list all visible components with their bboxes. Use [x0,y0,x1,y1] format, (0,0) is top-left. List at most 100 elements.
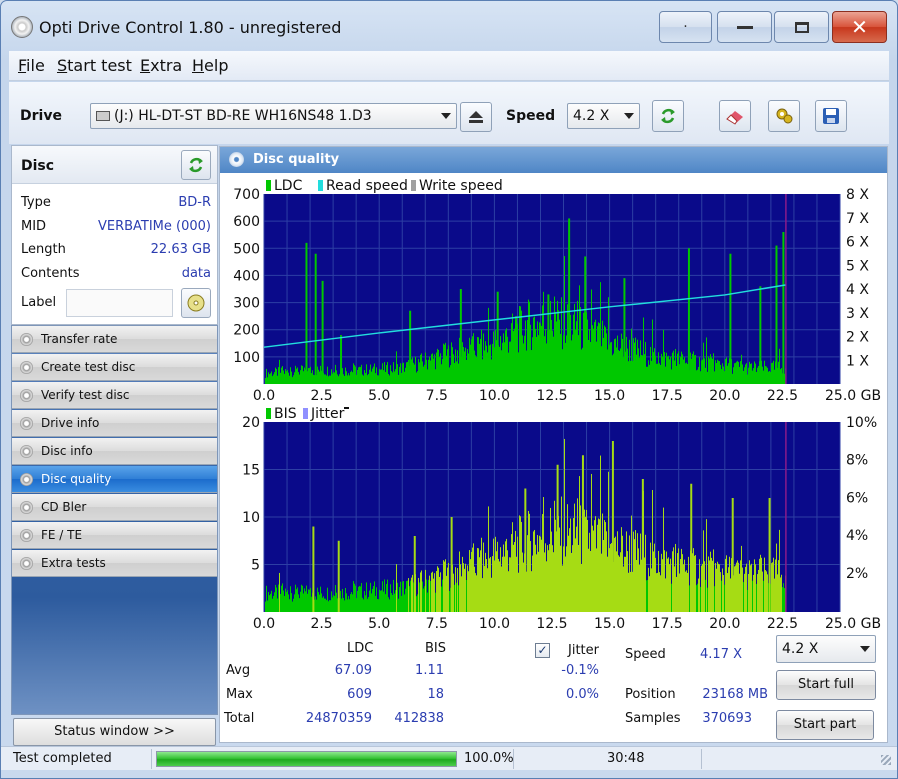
bis-bar [392,594,393,612]
x-tick-label: 22.5 [767,388,798,404]
settings-button[interactable] [768,100,800,132]
ldc-bar [450,365,451,384]
jitter-checkbox[interactable]: ✓ [535,643,550,658]
ldc-bar [561,297,562,384]
bis-bar [380,590,381,612]
refresh-speed-button[interactable] [652,100,684,132]
bis-bar [467,565,468,612]
bis-bar [542,514,543,612]
nav-verify-test-disc[interactable]: Verify test disc [12,382,217,409]
start-full-button[interactable]: Start full [776,670,876,700]
maximize-button[interactable] [774,11,829,43]
save-button[interactable] [815,100,847,132]
bis-bar [578,544,579,612]
ldc-bar [566,335,567,384]
start-part-button[interactable]: Start part [776,710,874,740]
test-speed-select[interactable]: 4.2 X [776,635,876,663]
bis-bar [428,579,429,612]
ldc-bar [744,367,745,384]
nav-create-test-disc[interactable]: Create test disc [12,354,217,381]
samples-stat-value: 370693 [702,711,752,726]
bis-bar [364,591,365,612]
restore-icon-button[interactable]: · [659,11,712,43]
nav-disc-quality[interactable]: Disc quality [12,466,217,493]
ldc-bar [339,374,340,384]
drive-select[interactable]: (J:) HL-DT-ST BD-RE WH16NS48 1.D3 [90,103,457,129]
ldc-bar [421,353,422,384]
ldc-bar [278,367,279,384]
bis-bar [344,600,345,612]
ldc-bar [647,366,648,384]
x-tick-label: 22.5 [767,616,798,632]
bis-bar [285,588,286,612]
disc-label-field[interactable] [66,289,173,317]
ldc-bar [405,367,406,384]
ldc-bar [671,369,672,384]
bis-bar [600,455,601,612]
bis-bar [639,564,640,612]
disc-refresh-button[interactable] [181,150,211,180]
menu-start-test[interactable]: Start test [57,56,132,75]
menu-extra[interactable]: Extra [140,56,182,75]
bis-bar [550,507,551,612]
menu-file[interactable]: File [18,56,45,75]
resize-grip-icon[interactable] [881,755,891,765]
bis-bar [702,563,703,612]
status-window-button[interactable]: Status window >> [13,718,216,746]
ldc-bar [591,289,592,384]
nav-disc-info[interactable]: Disc info [12,438,217,465]
bis-bar [268,592,269,612]
speed-select[interactable]: 4.2 X [567,103,640,129]
stats-col-ldc: LDC [347,641,374,656]
ldc-bar [536,336,537,384]
nav-drive-info[interactable]: Drive info [12,410,217,437]
ldc-bar [485,341,486,384]
x-tick-label: 15.0 [594,616,625,632]
ldc-bar [749,361,750,384]
ldc-spike [340,335,343,384]
minimize-button[interactable] [717,11,772,43]
bis-bar [390,584,391,612]
ldc-bar [287,370,288,384]
bis-bar [499,561,500,612]
nav-transfer-rate[interactable]: Transfer rate [12,326,217,353]
nav-extra-tests[interactable]: Extra tests [12,550,217,577]
close-button[interactable]: ✕ [832,11,887,43]
bis-bar [458,585,459,612]
ldc-bar [756,371,757,384]
bis-bar [274,592,275,612]
ldc-bar [508,352,509,384]
bis-bar [386,584,387,612]
eject-button[interactable] [460,102,492,132]
disc-label-button[interactable] [181,288,211,318]
ldc-bar [705,367,706,384]
nav-fe-te[interactable]: FE / TE [12,522,217,549]
y-tick-label: 10 [242,510,260,526]
bis-bar [388,597,389,612]
ldc-bar [514,328,515,384]
menu-help[interactable]: Help [192,56,228,75]
ldc-bar [695,354,696,384]
bis-bar [672,551,673,612]
menu-extra-label: xtra [150,56,183,75]
bis-bar [365,595,366,612]
bis-bar [546,561,547,612]
x-tick-label: 15.0 [594,388,625,404]
bis-bar [429,575,430,612]
ldc-bar [371,371,372,384]
bis-bar [519,515,520,612]
ldc-bar [552,330,553,384]
bis-bar [447,567,448,612]
ldc-bar [513,331,514,384]
refresh-icon [189,157,203,173]
stats-total-label: Total [224,711,255,726]
ldc-bar [543,291,544,384]
ldc-bar [437,348,438,384]
nav-cd-bler[interactable]: CD Bler [12,494,217,521]
ldc-bar [587,319,588,384]
ldc-bar [518,352,519,384]
ldc-bar [576,321,577,384]
ldc-bar [701,360,702,384]
erase-button[interactable] [719,100,751,132]
ldc-bar [368,374,369,384]
